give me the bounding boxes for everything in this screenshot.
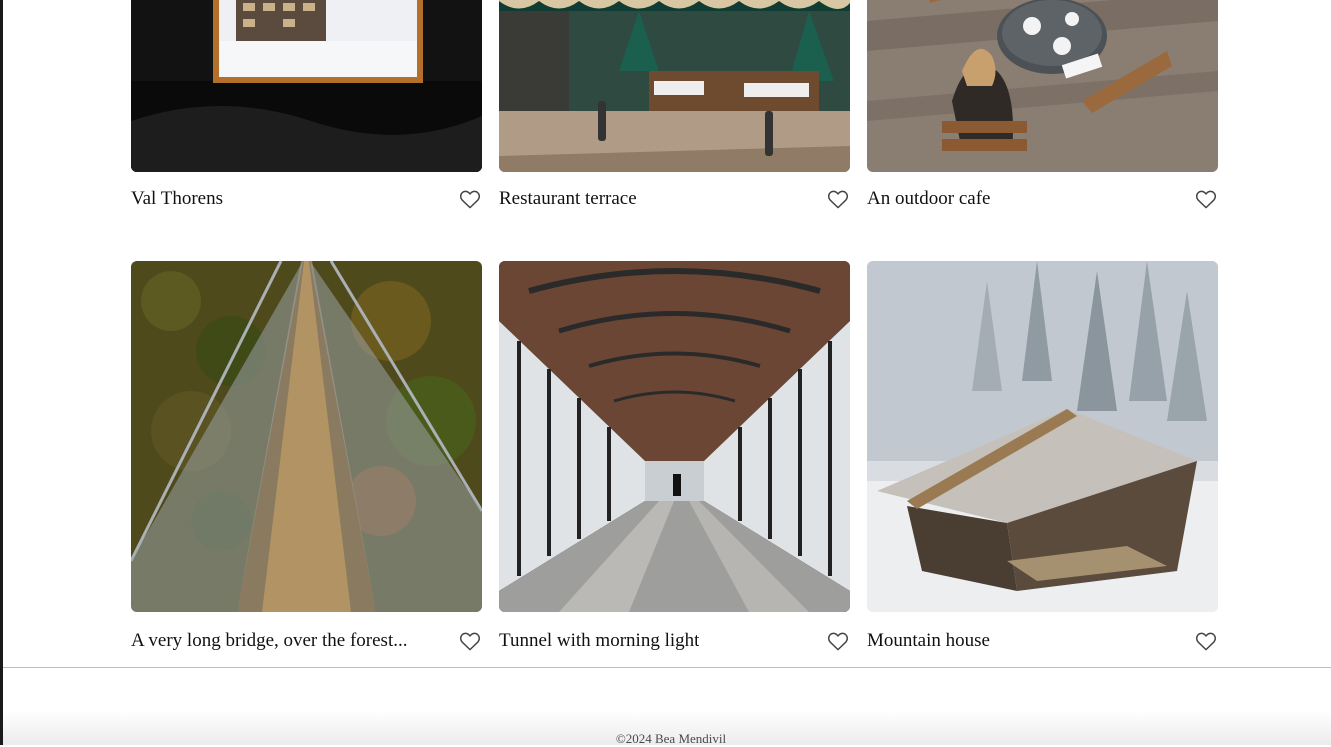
- card-caption: Val Thorens: [131, 184, 482, 214]
- like-button[interactable]: [826, 187, 850, 211]
- card-title: Mountain house: [867, 630, 990, 651]
- window-edge: [0, 0, 3, 745]
- card-title: A very long bridge, over the forest...: [131, 630, 408, 651]
- card-title: Tunnel with morning light: [499, 630, 700, 651]
- like-button[interactable]: [1194, 629, 1218, 653]
- card-caption: Restaurant terrace: [499, 184, 850, 214]
- card-caption: Mountain house: [867, 626, 1218, 656]
- card-image[interactable]: [499, 261, 850, 612]
- card-image[interactable]: [131, 261, 482, 612]
- card-image[interactable]: [867, 261, 1218, 612]
- heart-outline-icon: [1195, 190, 1217, 209]
- restaurant-terrace-photo: [499, 0, 850, 172]
- like-button[interactable]: [458, 187, 482, 211]
- heart-outline-icon: [459, 632, 481, 651]
- heart-outline-icon: [1195, 632, 1217, 651]
- card-caption: Tunnel with morning light: [499, 626, 850, 656]
- val-thorens-photo: [131, 0, 482, 172]
- card-image[interactable]: [867, 0, 1218, 172]
- card-title: An outdoor cafe: [867, 188, 991, 209]
- card-title: Restaurant terrace: [499, 188, 637, 209]
- card-caption: A very long bridge, over the forest...: [131, 626, 482, 656]
- card-image[interactable]: [131, 0, 482, 172]
- card-caption: An outdoor cafe: [867, 184, 1218, 214]
- like-button[interactable]: [458, 629, 482, 653]
- mountain-house-photo: [867, 261, 1218, 612]
- outdoor-cafe-photo: [867, 0, 1218, 172]
- tunnel-photo: [499, 261, 850, 612]
- heart-outline-icon: [459, 190, 481, 209]
- like-button[interactable]: [826, 629, 850, 653]
- like-button[interactable]: [1194, 187, 1218, 211]
- card-image[interactable]: [499, 0, 850, 172]
- card-title: Val Thorens: [131, 188, 223, 209]
- heart-outline-icon: [827, 190, 849, 209]
- heart-outline-icon: [827, 632, 849, 651]
- long-bridge-photo: [131, 261, 482, 612]
